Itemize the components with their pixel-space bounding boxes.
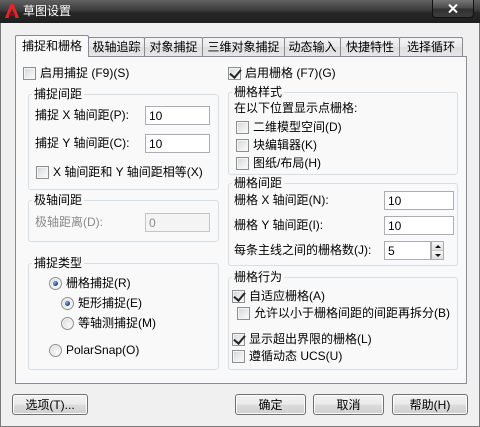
polar-snap-label: PolarSnap(O) <box>66 343 140 357</box>
title-bar[interactable]: 草图设置 <box>0 0 480 23</box>
polar-spacing-group: 极轴间距 极轴距离(D): <box>28 193 219 242</box>
chevron-up-icon <box>434 244 441 248</box>
follow-dynamic-ucs-checkbox[interactable] <box>232 349 245 363</box>
model-space-2d-option[interactable]: 二维模型空间(D) <box>236 120 342 134</box>
follow-dynamic-ucs-label: 遵循动态 UCS(U) <box>249 349 343 363</box>
tab-snap-and-grid[interactable]: 捕捉和栅格 <box>15 35 89 57</box>
grid-y-spacing-label: 栅格 Y 轴间距(I): <box>234 218 324 232</box>
grid-x-spacing-input[interactable] <box>384 191 454 210</box>
block-editor-checkbox[interactable] <box>236 138 249 152</box>
close-icon <box>448 4 458 13</box>
allow-subdivision-label: 允许以小于栅格间距的间距再拆分(B) <box>254 306 450 320</box>
chevron-down-icon <box>434 253 441 257</box>
spinner-up-button[interactable] <box>432 242 443 251</box>
allow-subdivision-option[interactable]: 允许以小于栅格间距的间距再拆分(B) <box>237 306 450 320</box>
snap-spacing-group: 捕捉间距 捕捉 X 轴间距(P): 捕捉 Y 轴间距(C): X 轴间距和 Y … <box>28 87 219 190</box>
display-beyond-limits-checkbox[interactable] <box>232 332 245 346</box>
tab-object-snap[interactable]: 对象捕捉 <box>144 37 203 56</box>
grid-y-spacing-input[interactable] <box>384 216 454 235</box>
snap-and-grid-panel: 启用捕捉 (F9)(S) 捕捉间距 捕捉 X 轴间距(P): 捕捉 Y 轴间距(… <box>15 56 467 384</box>
grid-behavior-title: 栅格行为 <box>232 270 285 284</box>
adaptive-grid-option[interactable]: 自适应栅格(A) <box>232 289 325 303</box>
sheet-layout-option[interactable]: 图纸/布局(H) <box>236 156 321 170</box>
grid-spacing-group: 栅格间距 栅格 X 轴间距(N): 栅格 Y 轴间距(I): 每条主线之间的栅格… <box>228 176 458 266</box>
tab-3d-object-snap[interactable]: 三维对象捕捉 <box>202 37 285 56</box>
close-button[interactable] <box>432 0 474 18</box>
snap-y-spacing-input[interactable] <box>145 134 210 153</box>
sheet-layout-checkbox[interactable] <box>236 156 249 170</box>
block-editor-label: 块编辑器(K) <box>253 138 317 152</box>
snap-x-spacing-input[interactable] <box>145 106 210 125</box>
allow-subdivision-checkbox[interactable] <box>237 306 250 320</box>
snap-spacing-title: 捕捉间距 <box>32 87 85 101</box>
tab-selection-cycling[interactable]: 选择循环 <box>399 37 463 56</box>
enable-snap-option[interactable]: 启用捕捉 (F9)(S) <box>23 66 129 80</box>
grid-snap-option[interactable]: 栅格捕捉(R) <box>49 276 131 290</box>
enable-grid-label: 启用栅格 (F7)(G) <box>245 66 336 80</box>
grid-x-spacing-label: 栅格 X 轴间距(N): <box>234 193 329 207</box>
help-button[interactable]: 帮助(H) <box>392 394 468 415</box>
grid-behavior-group: 栅格行为 自适应栅格(A) 允许以小于栅格间距的间距再拆分(B) 显示超出界限的… <box>228 270 458 370</box>
polar-snap-option[interactable]: PolarSnap(O) <box>49 343 139 357</box>
snap-x-spacing-label: 捕捉 X 轴间距(P): <box>35 108 130 122</box>
major-line-count-label: 每条主线之间的栅格数(J): <box>234 243 372 257</box>
major-line-count-input[interactable] <box>384 241 431 260</box>
rectangular-snap-radio[interactable] <box>61 296 74 310</box>
display-beyond-limits-label: 显示超出界限的栅格(L) <box>249 332 372 346</box>
grid-style-caption: 在以下位置显示点栅格: <box>234 101 358 115</box>
equal-spacing-label: X 轴间距和 Y 轴间距相等(X) <box>53 165 203 179</box>
equal-spacing-checkbox[interactable] <box>36 165 49 179</box>
display-beyond-limits-option[interactable]: 显示超出界限的栅格(L) <box>232 332 372 346</box>
autocad-logo-icon <box>4 3 20 19</box>
model-space-2d-label: 二维模型空间(D) <box>253 120 342 134</box>
snap-type-group: 捕捉类型 栅格捕捉(R) 矩形捕捉(E) 等轴测捕捉(M) PolarSnap(… <box>28 256 219 370</box>
equal-spacing-option[interactable]: X 轴间距和 Y 轴间距相等(X) <box>36 165 203 179</box>
enable-snap-checkbox[interactable] <box>23 66 36 80</box>
ok-button[interactable]: 确定 <box>235 394 306 415</box>
isometric-snap-radio[interactable] <box>61 316 74 330</box>
grid-style-group: 栅格样式 在以下位置显示点栅格: 二维模型空间(D) 块编辑器(K) 图纸/布局… <box>228 85 458 175</box>
block-editor-option[interactable]: 块编辑器(K) <box>236 138 317 152</box>
rectangular-snap-option[interactable]: 矩形捕捉(E) <box>61 296 142 310</box>
follow-dynamic-ucs-option[interactable]: 遵循动态 UCS(U) <box>232 349 342 363</box>
cancel-button[interactable]: 取消 <box>313 394 384 415</box>
model-space-2d-checkbox[interactable] <box>236 120 249 134</box>
sheet-layout-label: 图纸/布局(H) <box>253 156 321 170</box>
adaptive-grid-label: 自适应栅格(A) <box>249 289 325 303</box>
tab-polar-tracking[interactable]: 极轴追踪 <box>88 37 145 56</box>
drafting-settings-dialog: 草图设置 捕捉和栅格 极轴追踪 对象捕捉 三维对象捕捉 动态输入 快捷特性 选择… <box>0 0 480 427</box>
grid-spacing-title: 栅格间距 <box>232 176 285 190</box>
spinner-down-button[interactable] <box>432 251 443 259</box>
tab-quick-properties[interactable]: 快捷特性 <box>340 37 400 56</box>
tab-dynamic-input[interactable]: 动态输入 <box>284 37 341 56</box>
enable-grid-option[interactable]: 启用栅格 (F7)(G) <box>228 66 336 80</box>
isometric-snap-label: 等轴测捕捉(M) <box>78 316 156 330</box>
rectangular-snap-label: 矩形捕捉(E) <box>78 296 142 310</box>
grid-style-title: 栅格样式 <box>232 85 285 99</box>
polar-snap-radio[interactable] <box>49 343 62 357</box>
polar-spacing-title: 极轴间距 <box>32 193 85 207</box>
grid-snap-label: 栅格捕捉(R) <box>66 276 131 290</box>
isometric-snap-option[interactable]: 等轴测捕捉(M) <box>61 316 156 330</box>
snap-y-spacing-label: 捕捉 Y 轴间距(C): <box>35 136 130 150</box>
window-title: 草图设置 <box>23 4 72 18</box>
adaptive-grid-checkbox[interactable] <box>232 289 245 303</box>
enable-snap-label: 启用捕捉 (F9)(S) <box>40 66 130 80</box>
grid-snap-radio[interactable] <box>49 276 62 290</box>
major-line-count-spinner[interactable] <box>431 241 444 260</box>
enable-grid-checkbox[interactable] <box>228 66 241 80</box>
polar-distance-label: 极轴距离(D): <box>35 215 103 229</box>
polar-distance-input <box>145 213 210 232</box>
snap-type-title: 捕捉类型 <box>32 256 85 270</box>
options-button[interactable]: 选项(T)... <box>12 394 88 415</box>
